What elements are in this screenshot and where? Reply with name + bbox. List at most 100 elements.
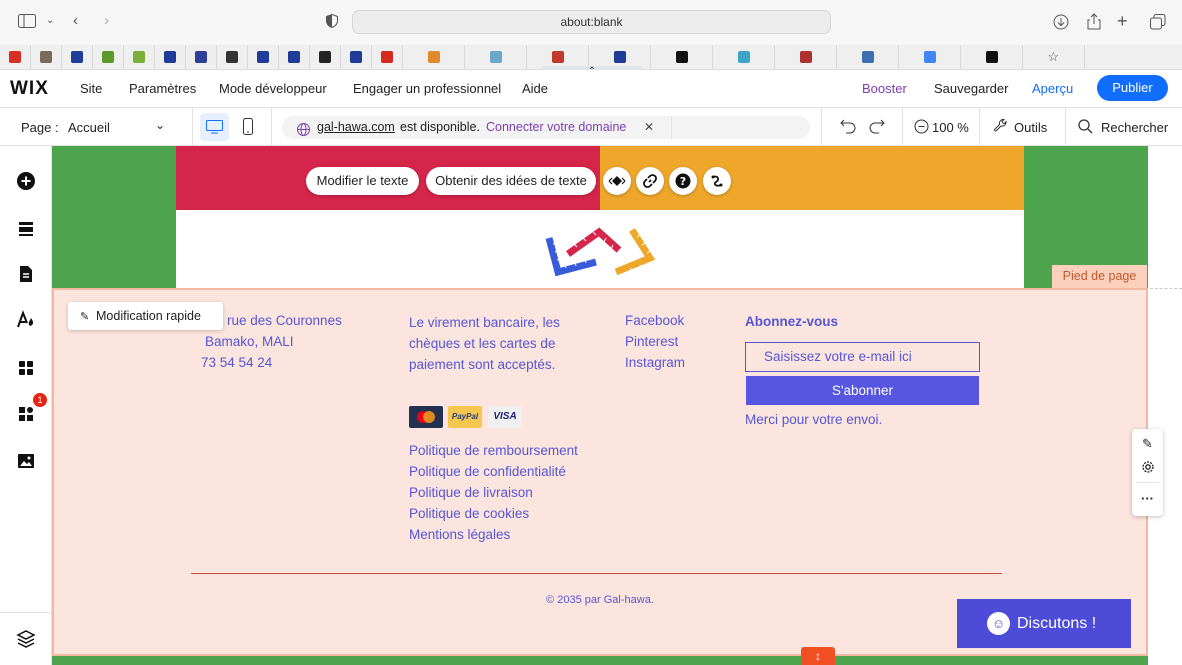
bookmark-item[interactable] xyxy=(651,45,713,69)
policy-cookies-link[interactable]: Politique de cookies xyxy=(409,503,529,524)
social-facebook-link[interactable]: Facebook xyxy=(625,310,684,331)
help-icon[interactable]: ? xyxy=(669,167,697,195)
editor-canvas[interactable]: Modifier le texte Obtenir des idées de t… xyxy=(52,146,1148,665)
social-instagram-link[interactable]: Instagram xyxy=(625,352,685,373)
menu-hire-pro[interactable]: Engager un professionnel xyxy=(353,81,501,96)
link-icon[interactable] xyxy=(636,167,664,195)
desktop-view-icon[interactable] xyxy=(200,113,229,141)
bookmark-item[interactable] xyxy=(155,45,186,69)
email-input[interactable]: Saisissez votre e-mail ici xyxy=(745,342,980,372)
chevron-down-icon[interactable]: ⌄ xyxy=(155,118,165,132)
social-pinterest-link[interactable]: Pinterest xyxy=(625,331,678,352)
close-icon[interactable]: ✕ xyxy=(644,116,654,139)
bookmark-item[interactable] xyxy=(124,45,155,69)
policy-privacy-link[interactable]: Politique de confidentialité xyxy=(409,461,566,482)
layers-icon[interactable] xyxy=(16,629,36,649)
bookmark-item[interactable] xyxy=(713,45,775,69)
back-icon[interactable]: ‹ xyxy=(73,13,78,28)
site-logo-icon[interactable] xyxy=(544,220,659,289)
bookmark-item[interactable] xyxy=(93,45,124,69)
address-line-1[interactable]: rue des Couronnes xyxy=(227,310,342,331)
mobile-view-icon[interactable] xyxy=(243,118,253,138)
footer-tag[interactable]: Pied de page xyxy=(1052,265,1147,288)
connect-domain-link[interactable]: Connecter votre domaine xyxy=(486,116,626,139)
bookmark-item[interactable] xyxy=(961,45,1023,69)
download-icon[interactable] xyxy=(1053,14,1069,33)
payment-note-line-1[interactable]: Le virement bancaire, les xyxy=(409,312,560,333)
design-icon[interactable] xyxy=(16,310,36,330)
bookmark-item[interactable] xyxy=(837,45,899,69)
bookmark-item[interactable] xyxy=(341,45,372,69)
bookmark-item[interactable] xyxy=(899,45,961,69)
chevron-down-icon[interactable]: ⌄ xyxy=(46,16,54,26)
payment-note-line-3[interactable]: paiement sont acceptés. xyxy=(409,354,555,375)
publish-button[interactable]: Publier xyxy=(1097,75,1168,101)
gear-icon[interactable] xyxy=(1132,460,1163,477)
bookmark-item[interactable] xyxy=(403,45,465,69)
media-icon[interactable] xyxy=(16,451,36,471)
pencil-icon[interactable]: ✎ xyxy=(1132,436,1163,452)
bookmark-item[interactable] xyxy=(186,45,217,69)
wix-logo[interactable]: WIX xyxy=(10,78,49,100)
policy-shipping-link[interactable]: Politique de livraison xyxy=(409,482,533,503)
bookmark-item[interactable] xyxy=(248,45,279,69)
bookmark-item[interactable] xyxy=(0,45,31,69)
toolbar-divider xyxy=(1136,482,1159,483)
resize-handle-icon[interactable]: ↕ xyxy=(801,647,835,665)
animation-icon[interactable] xyxy=(603,167,631,195)
zoom-level[interactable]: 100 % xyxy=(932,120,969,135)
pages-icon[interactable] xyxy=(16,264,36,284)
share-icon[interactable] xyxy=(1087,13,1101,33)
connect-icon[interactable] xyxy=(703,167,731,195)
menu-settings[interactable]: Paramètres xyxy=(129,81,196,96)
wrench-icon[interactable] xyxy=(993,118,1008,136)
booster-link[interactable]: Booster xyxy=(862,81,907,96)
forward-icon[interactable]: › xyxy=(104,13,109,28)
redo-icon[interactable] xyxy=(869,119,885,137)
paypal-icon: PayPal xyxy=(448,406,482,428)
search-button[interactable]: Rechercher xyxy=(1101,120,1168,135)
domain-pill-divider xyxy=(671,116,672,139)
save-button[interactable]: Sauvegarder xyxy=(934,81,1008,96)
new-tab-icon[interactable]: + xyxy=(1117,12,1128,30)
logo-strip[interactable] xyxy=(176,210,1024,288)
payment-note-line-2[interactable]: chèques et les cartes de xyxy=(409,333,555,354)
sidebar-toggle-icon[interactable] xyxy=(18,14,36,31)
apps-icon[interactable] xyxy=(16,358,36,378)
tools-button[interactable]: Outils xyxy=(1014,120,1047,135)
bookmark-item[interactable] xyxy=(775,45,837,69)
menu-dev-mode[interactable]: Mode développeur xyxy=(219,81,327,96)
domain-available-text: est disponible. xyxy=(400,120,480,134)
menu-help[interactable]: Aide xyxy=(522,81,548,96)
undo-icon[interactable] xyxy=(840,119,856,137)
bookmark-item[interactable] xyxy=(372,45,403,69)
sections-icon[interactable] xyxy=(16,219,36,239)
menu-site[interactable]: Site xyxy=(80,81,102,96)
bookmark-item[interactable] xyxy=(279,45,310,69)
bookmark-item[interactable]: ☆ xyxy=(1023,45,1085,69)
search-icon[interactable] xyxy=(1078,119,1093,137)
bookmark-item[interactable] xyxy=(310,45,341,69)
phone-number[interactable]: 73 54 54 24 xyxy=(201,352,272,373)
bookmark-item[interactable] xyxy=(217,45,248,69)
page-selector[interactable]: Accueil xyxy=(68,120,110,135)
text-ideas-button[interactable]: Obtenir des idées de texte xyxy=(426,167,596,195)
tabs-overview-icon[interactable] xyxy=(1150,14,1166,33)
address-line-2[interactable]: Bamako, MALI xyxy=(205,331,294,352)
more-icon[interactable]: ··· xyxy=(1132,491,1163,506)
subscribe-button[interactable]: S'abonner xyxy=(746,376,979,405)
legal-notice-link[interactable]: Mentions légales xyxy=(409,524,510,545)
bookmark-item[interactable] xyxy=(31,45,62,69)
policy-refund-link[interactable]: Politique de remboursement xyxy=(409,440,578,461)
bookmark-item[interactable] xyxy=(62,45,93,69)
bookmark-item[interactable] xyxy=(465,45,527,69)
chat-button[interactable]: ☺ Discutons ! xyxy=(957,599,1131,648)
add-icon[interactable] xyxy=(16,171,36,191)
business-apps-icon[interactable] xyxy=(16,404,36,424)
edit-text-button[interactable]: Modifier le texte xyxy=(306,167,419,195)
address-bar[interactable]: about:blank xyxy=(352,10,831,34)
shield-icon[interactable] xyxy=(326,13,338,31)
zoom-out-icon[interactable] xyxy=(914,119,929,137)
preview-button[interactable]: Aperçu xyxy=(1032,81,1073,96)
quick-edit-button[interactable]: ✎ Modification rapide xyxy=(68,302,223,330)
